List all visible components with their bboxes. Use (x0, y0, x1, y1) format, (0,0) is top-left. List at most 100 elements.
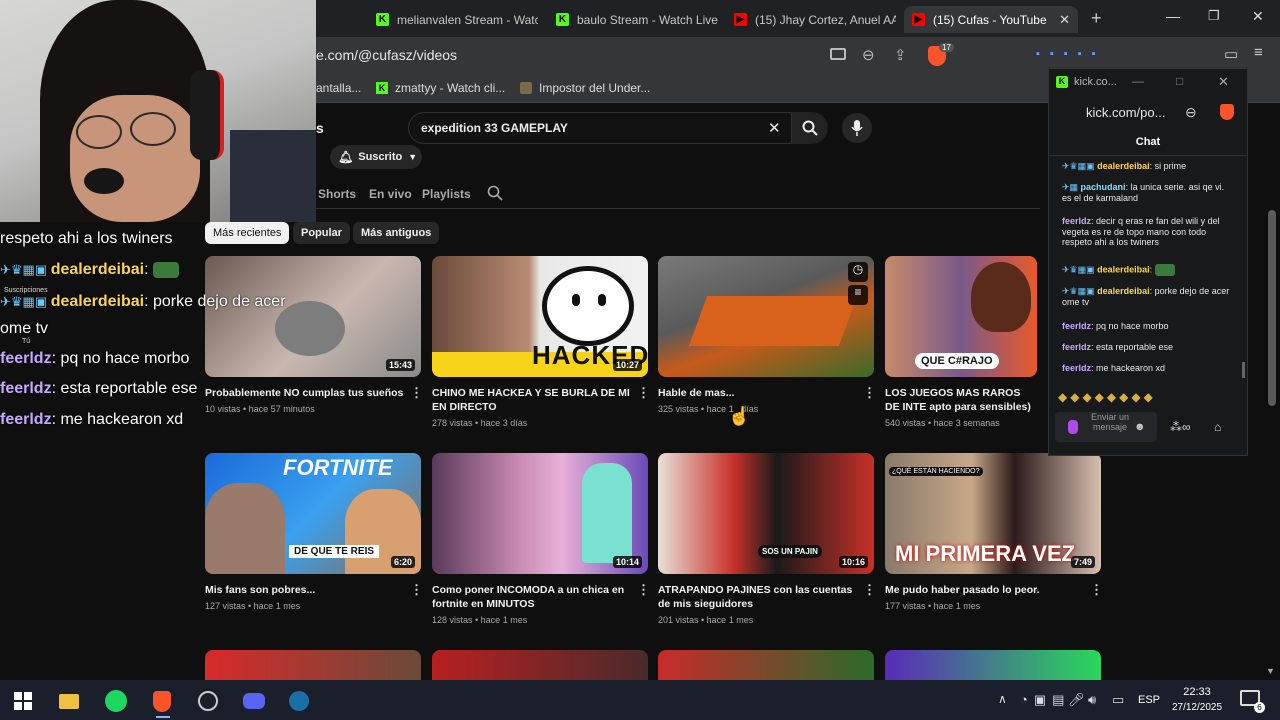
zoom-icon[interactable]: ⊖ (862, 46, 875, 64)
network-icon[interactable]: ▭ (1112, 692, 1124, 708)
more-options-icon[interactable]: ⋮ (637, 385, 650, 401)
video-thumbnail[interactable] (885, 650, 1101, 680)
bookmark-pantalla[interactable]: antalla... (316, 81, 361, 95)
chip-popular[interactable]: Popular (293, 222, 350, 244)
cast-icon[interactable] (830, 48, 846, 60)
channel-search-button[interactable] (487, 185, 503, 206)
sidebar-icon[interactable]: ▭ (1224, 45, 1238, 63)
watch-later-icon[interactable]: ◷ (848, 262, 868, 282)
video-thumbnail[interactable]: QUE C#RAJO (885, 256, 1037, 377)
subscribed-button[interactable]: 🔔︎ Suscrito ▼ (330, 145, 422, 169)
search-button[interactable] (792, 112, 828, 144)
minimize-icon[interactable]: — (1166, 8, 1180, 24)
popup-minimize-icon[interactable]: — (1132, 74, 1144, 88)
page-scrollbar[interactable] (1268, 210, 1276, 406)
zoom-icon[interactable]: ⊖ (1185, 104, 1197, 121)
spotify-icon[interactable] (105, 690, 127, 712)
clock-time[interactable]: 22:33 (1170, 686, 1224, 698)
clear-search-icon[interactable]: ✕ (768, 119, 781, 137)
more-options-icon[interactable]: ⋮ (410, 582, 423, 598)
chat-scrollbar[interactable] (1242, 362, 1245, 378)
brave-shield-icon[interactable] (1220, 104, 1234, 120)
video-thumbnail[interactable]: ¿QUÉ ESTÁN HACIENDO? MI PRIMERA VEZ 7:49 (885, 453, 1101, 574)
tab-baulo[interactable]: Kbaulo Stream - Watch Live (548, 6, 720, 33)
chip-mas-recientes[interactable]: Más recientes (205, 222, 290, 244)
video-thumbnail[interactable]: 10:14 (432, 453, 648, 574)
bookmark-zmattyy[interactable]: Kzmattyy - Watch cli... (376, 81, 505, 95)
maximize-icon[interactable]: ❐ (1208, 8, 1220, 24)
file-explorer-icon[interactable] (58, 690, 80, 712)
smiley-face (542, 266, 634, 346)
chat-message: feerldz: pq no hace morbo (1062, 321, 1169, 331)
volume-icon[interactable]: 🔊︎ (1088, 692, 1096, 708)
microphone-icon[interactable]: 🎤︎ (1068, 692, 1085, 708)
video-title[interactable]: Como poner INCOMODA a un chica en fortni… (432, 583, 632, 611)
tab-en-vivo[interactable]: En vivo (369, 187, 412, 201)
popup-address[interactable]: kick.com/po... (1086, 105, 1165, 120)
emote-bar[interactable]: ◆◆◆◆◆◆◆◆ (1058, 390, 1228, 406)
community-icon[interactable]: ⁂∞ (1170, 420, 1191, 434)
video-thumbnail[interactable]: SOS UN PAJIN 10:16 (658, 453, 874, 574)
video-title[interactable]: Hable de mas... (658, 386, 858, 400)
badge-icons: ✈♛▦▣ (0, 262, 51, 277)
video-thumbnail[interactable] (432, 650, 648, 680)
video-title[interactable]: ATRAPANDO PAJINES con las cuentas de mis… (658, 583, 858, 611)
video-title[interactable]: Mis fans son pobres... (205, 583, 405, 597)
video-title[interactable]: Probablemente NO cumplas tus sueños (205, 386, 405, 400)
popup-close-icon[interactable]: ✕ (1218, 74, 1229, 90)
extension-icons[interactable]: ▪▪▪▪▪ (1036, 48, 1206, 62)
tab-melianvalen[interactable]: Kmelianvalen Stream - Watc (368, 6, 538, 33)
language-indicator[interactable]: ESP (1138, 694, 1160, 706)
tab-jhay-cortez[interactable]: ▶ (15) Jhay Cortez, Anuel AA (726, 6, 896, 33)
clock-date[interactable]: 27/12/2025 (1166, 702, 1228, 713)
steam-icon[interactable] (288, 690, 310, 712)
chevron-down-icon: ▼ (408, 152, 418, 162)
scroll-down-arrow[interactable]: ▼ (1266, 666, 1275, 676)
share-icon[interactable]: ⇪ (894, 46, 907, 64)
app-icon[interactable] (197, 690, 219, 712)
video-title[interactable]: LOS JUEGOS MAS RAROS DE INTE apto para s… (885, 386, 1035, 414)
store-icon[interactable]: ⌂ (1214, 420, 1221, 434)
menu-icon[interactable]: ≡ (1254, 44, 1263, 61)
video-thumbnail[interactable]: 15:43 (205, 256, 421, 377)
video-thumbnail[interactable] (658, 650, 874, 680)
close-tab-icon[interactable]: ✕ (1059, 12, 1070, 28)
new-tab-button[interactable]: + (1091, 8, 1102, 29)
video-thumbnail[interactable] (205, 650, 421, 680)
more-options-icon[interactable]: ⋮ (410, 385, 423, 401)
overlay-chat-line: feerldz: pq no hace morbo (0, 350, 190, 367)
more-options-icon[interactable]: ⋮ (637, 582, 650, 598)
tab-playlists[interactable]: Playlists (422, 187, 471, 201)
video-title[interactable]: Me pudo haber pasado lo peor. (885, 583, 1085, 597)
video-title[interactable]: CHINO ME HACKEA Y SE BURLA DE MI EN DIRE… (432, 386, 632, 414)
chip-mas-antiguos[interactable]: Más antiguos (353, 222, 440, 244)
tab-shorts[interactable]: Shorts (318, 187, 356, 201)
active-app-indicator (156, 716, 170, 718)
tray-icons[interactable]: ◔▣▤ (1020, 692, 1070, 708)
mic-icon[interactable] (1068, 420, 1078, 434)
search-input[interactable]: expedition 33 GAMEPLAY (408, 112, 792, 144)
video-thumbnail[interactable]: ◷ ≡ (658, 256, 874, 377)
show-hidden-icons[interactable]: ∧ (998, 692, 1007, 706)
bookmark-impostor[interactable]: Impostor del Under... (520, 81, 650, 95)
add-to-queue-icon[interactable]: ≡ (848, 285, 868, 305)
url-field[interactable]: e.com/@cufasz/videos (316, 47, 457, 63)
popup-maximize-icon[interactable]: □ (1176, 74, 1183, 88)
more-options-icon[interactable]: ⋮ (863, 582, 876, 598)
tab-cufas-youtube[interactable]: ▶ (15) Cufas - YouTube ✕ (904, 6, 1078, 33)
discord-icon[interactable] (243, 690, 265, 712)
more-options-icon[interactable]: ⋮ (863, 385, 876, 401)
thumbnail-bubble: ¿QUÉ ESTÁN HACIENDO? (889, 467, 983, 476)
cartoon-hair (971, 262, 1031, 332)
video-meta: 127 vistas • hace 1 mes (205, 601, 301, 611)
brave-icon[interactable] (151, 690, 173, 712)
voice-search-button[interactable] (842, 113, 872, 143)
close-window-icon[interactable]: ✕ (1252, 8, 1264, 25)
emoji-icon[interactable]: ☻ (1134, 421, 1146, 433)
windows-start-icon[interactable] (12, 690, 34, 712)
video-thumbnail[interactable]: HACKED 10:27 (432, 256, 648, 377)
more-options-icon[interactable]: ⋮ (1090, 582, 1103, 598)
game-character (582, 463, 632, 563)
kick-icon: K (556, 13, 569, 26)
video-thumbnail[interactable]: FORTNITE DE QUE TE REIS 6:20 (205, 453, 421, 574)
